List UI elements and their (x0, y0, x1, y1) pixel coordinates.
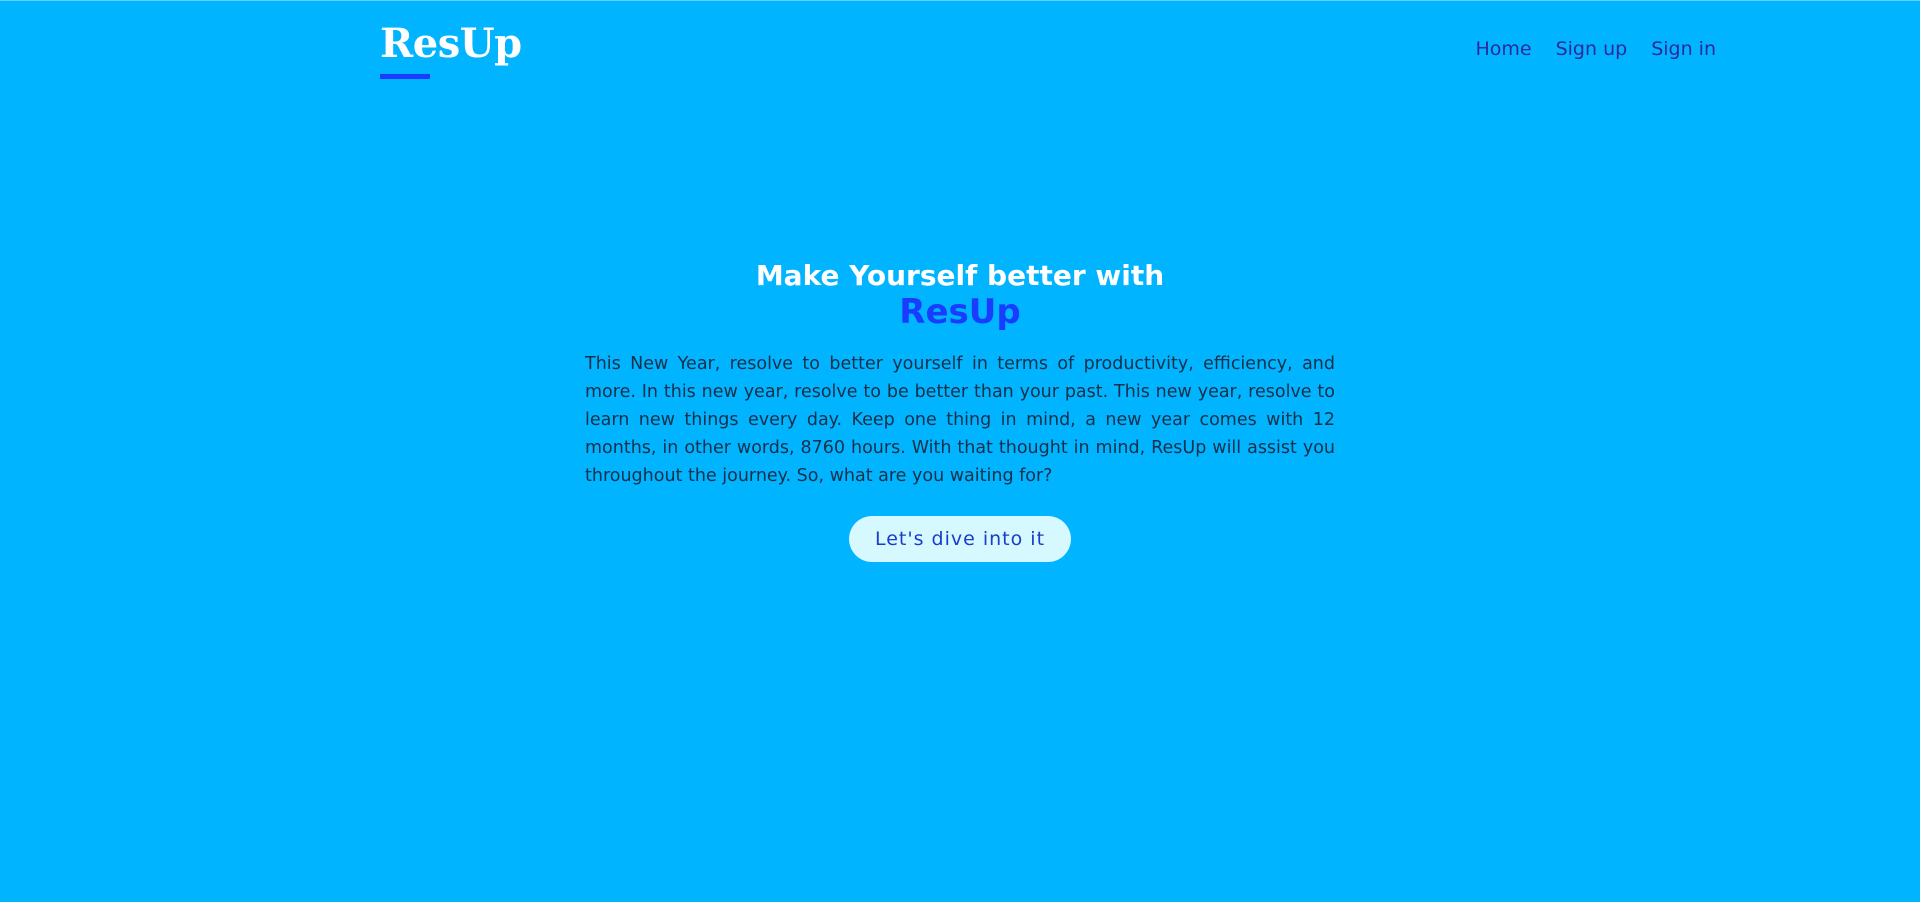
logo-underline (380, 74, 430, 79)
hero-brand-name: ResUp (899, 292, 1021, 332)
site-logo[interactable]: ResUp (380, 22, 522, 66)
top-border (0, 0, 1920, 1)
nav-link-sign-in[interactable]: Sign in (1651, 38, 1716, 60)
site-header: ResUp Home Sign up Sign in (380, 18, 1716, 88)
hero-section: Make Yourself better with ResUp This New… (585, 258, 1335, 562)
dive-in-button[interactable]: Let's dive into it (848, 516, 1072, 562)
hero-heading: Make Yourself better with (755, 259, 1165, 292)
nav-link-sign-up[interactable]: Sign up (1556, 38, 1628, 60)
main-nav: Home Sign up Sign in (1475, 38, 1716, 60)
nav-link-home[interactable]: Home (1475, 38, 1531, 60)
hero-description: This New Year, resolve to better yoursel… (585, 354, 1335, 486)
